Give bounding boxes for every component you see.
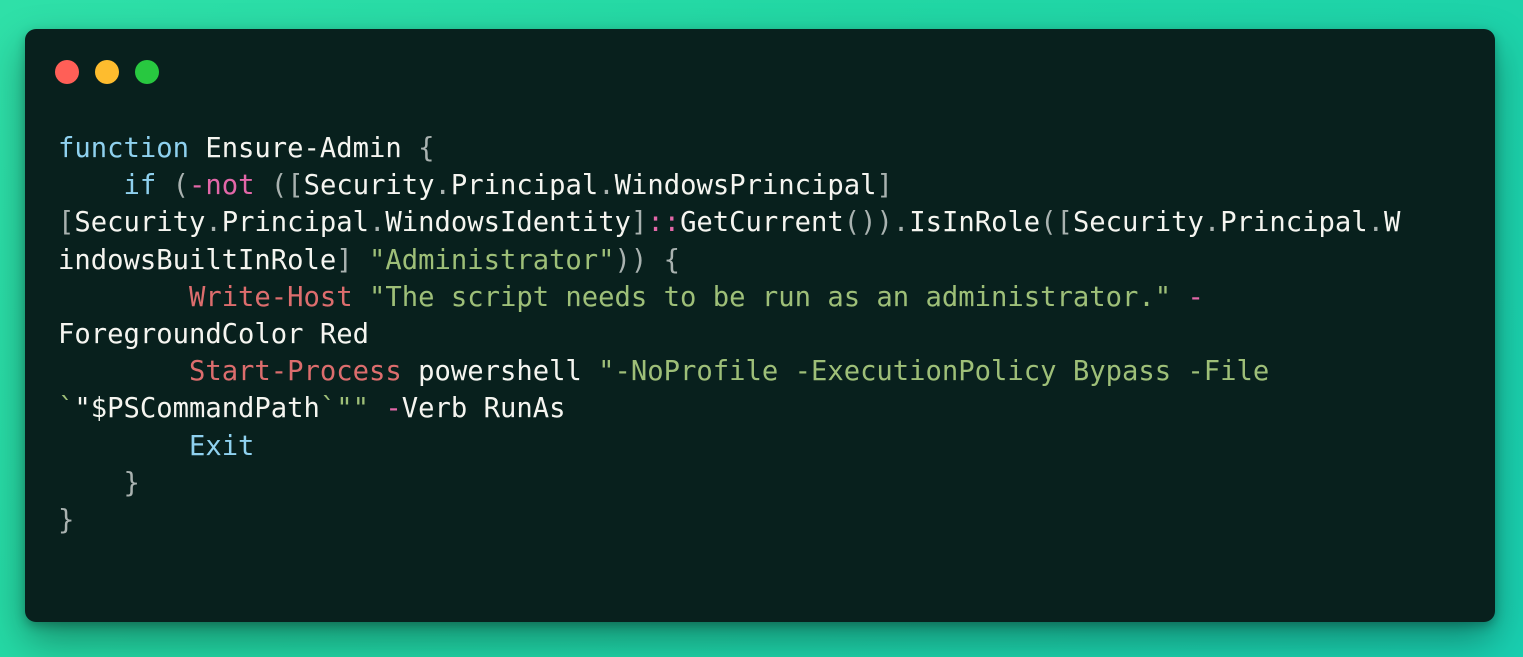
maximize-button[interactable] [135, 60, 159, 84]
code-token: ([ [1040, 207, 1073, 239]
code-token: "The script needs to be run as an admini… [369, 281, 1172, 313]
code-window: function Ensure-Admin { if (-not ([Secur… [25, 29, 1495, 622]
code-token: ] [876, 170, 893, 202]
code-token: ([ [270, 170, 304, 202]
code-token: -not [188, 170, 255, 202]
code-token: WindowsPrincipal [614, 170, 877, 202]
code-line: `"$PSCommandPath`"" -Verb RunAs [58, 390, 1465, 427]
code-token: . [369, 207, 386, 239]
minimize-button[interactable] [95, 60, 119, 84]
code-token: { [418, 133, 435, 164]
code-token: "-NoProfile -ExecutionPolicy Bypass -Fil… [598, 356, 1270, 388]
code-line: Write-Host "The script needs to be run a… [58, 279, 1465, 316]
code-token: ` [58, 393, 75, 425]
code-line: if (-not ([Security.Principal.WindowsPri… [58, 167, 1465, 204]
code-token: Principal [221, 207, 370, 239]
code-token: ` [319, 393, 337, 425]
code-token: . [598, 170, 615, 202]
code-token: ForegroundColor Red [58, 318, 369, 350]
code-token: powershell [401, 356, 599, 388]
code-token: Start-Process [188, 356, 402, 388]
code-token: "Administrator" [369, 244, 615, 276]
code-token: Verb RunAs [401, 393, 566, 425]
code-token: } [123, 467, 140, 499]
code-token: ] [630, 207, 648, 239]
code-line: Exit [58, 428, 1465, 465]
code-token: Write-Host [188, 281, 353, 313]
code-token: "$PSCommandPath [74, 393, 320, 425]
code-token: WindowsIdentity [385, 207, 631, 239]
code-token: function [58, 133, 189, 164]
code-token: ] [336, 244, 353, 276]
code-token: if [123, 170, 157, 202]
code-token: indowsBuiltInRole [58, 244, 337, 276]
code-token: Security [303, 170, 435, 202]
code-token: . [205, 207, 222, 239]
code-block: function Ensure-Admin { if (-not ([Secur… [58, 130, 1465, 539]
code-line: ForegroundColor Red [58, 316, 1465, 353]
code-token: Security [1072, 207, 1204, 239]
code-token: :: [647, 207, 681, 239]
code-token: Ensure-Admin [188, 133, 419, 164]
code-token: . [1367, 207, 1384, 239]
code-token: - [385, 393, 402, 425]
window-controls [55, 60, 159, 84]
code-token: - [1187, 281, 1204, 313]
code-token: "" [336, 393, 370, 425]
code-token: Security [74, 207, 206, 239]
code-token: Exit [188, 430, 255, 462]
code-token: GetCurrent [680, 207, 844, 239]
code-line: indowsBuiltInRole] "Administrator")) { [58, 242, 1465, 279]
code-line: Start-Process powershell "-NoProfile -Ex… [58, 353, 1465, 390]
code-token: W [1383, 207, 1401, 239]
code-line: [Security.Principal.WindowsIdentity]::Ge… [58, 204, 1465, 241]
code-line: } [58, 502, 1465, 539]
code-token: Principal [450, 170, 599, 202]
close-button[interactable] [55, 60, 79, 84]
code-token: ()). [843, 207, 910, 239]
code-line: } [58, 465, 1465, 502]
code-token: . [1203, 207, 1221, 239]
code-token: [ [58, 207, 75, 239]
code-token: Principal [1220, 207, 1368, 239]
code-token: . [434, 170, 451, 202]
code-token: IsInRole [909, 207, 1041, 239]
code-line: function Ensure-Admin { [58, 130, 1465, 167]
code-token: } [58, 504, 75, 536]
code-token: )) [614, 244, 664, 276]
code-token: ( [172, 170, 189, 202]
code-token: { [663, 244, 681, 276]
